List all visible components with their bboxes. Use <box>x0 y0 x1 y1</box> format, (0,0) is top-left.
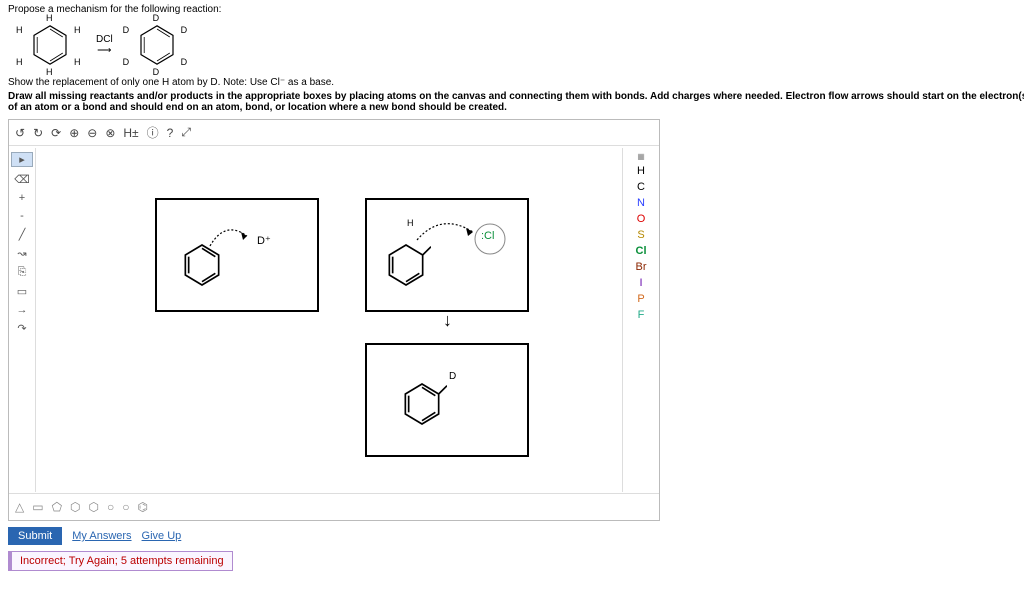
down-arrow-icon: ↓ <box>443 310 452 331</box>
atom-i[interactable]: I <box>639 277 642 289</box>
hexagon-template-icon[interactable]: ⬡ <box>70 500 80 514</box>
atom-br[interactable]: Br <box>636 261 647 273</box>
rectangle-tool-icon[interactable]: ▭ <box>17 285 27 298</box>
help-icon[interactable]: ? <box>167 126 174 140</box>
ring2-template-icon[interactable]: ○ <box>122 500 129 514</box>
atom-h[interactable]: H <box>637 165 645 177</box>
atom-n[interactable]: N <box>637 197 645 209</box>
feedback-banner: Incorrect; Try Again; 5 attempts remaini… <box>8 551 233 571</box>
atom-s[interactable]: S <box>637 229 644 241</box>
info-icon[interactable]: ⓘ <box>147 124 159 141</box>
editor-toolbar-top: ↺ ↻ ⟳ ⊕ ⊖ ⊗ H± ⓘ ? ⤢ <box>9 120 659 146</box>
zoom-fit-icon[interactable]: ⊗ <box>105 126 115 140</box>
reactant-benzene-h6: H H H H H H <box>16 19 86 71</box>
fullscreen-icon[interactable]: ⤢ <box>181 125 191 140</box>
atom-f[interactable]: F <box>638 309 645 321</box>
give-up-link[interactable]: Give Up <box>142 530 182 542</box>
mechanism-box-1[interactable]: D⁺ <box>155 198 319 312</box>
reaction-arrow: DCl ⟶ <box>96 34 113 56</box>
ring1-template-icon[interactable]: ○ <box>107 500 114 514</box>
erase-tool-icon[interactable]: ⌫ <box>14 173 30 186</box>
question-note: Show the replacement of only one H atom … <box>8 77 1024 88</box>
select-tool-icon[interactable]: ▸ <box>11 152 33 167</box>
editor-canvas[interactable]: D⁺ H :Cl ↓ <box>35 148 623 492</box>
charge-plus-icon[interactable]: + <box>19 192 25 204</box>
structure-editor: ↺ ↻ ⟳ ⊕ ⊖ ⊗ H± ⓘ ? ⤢ ▸ ⌫ + - ╱ ↝ ⎘ ▭ → ↷… <box>8 119 660 521</box>
zoom-in-icon[interactable]: ⊕ <box>69 126 79 140</box>
charge-minus-icon[interactable]: - <box>20 210 24 222</box>
curved-arrow-tool-icon[interactable]: ↷ <box>17 322 26 335</box>
pentagon-template-icon[interactable]: ⬠ <box>52 500 62 514</box>
chain-tool-icon[interactable]: ↝ <box>17 247 26 260</box>
benzene-template-icon[interactable]: ⌬ <box>137 500 147 514</box>
product-benzene-d6: D D D D D D <box>123 19 193 71</box>
action-row: Submit My Answers Give Up <box>8 527 1024 545</box>
new-doc-icon[interactable]: ↺ <box>15 126 25 140</box>
template-tool-icon[interactable]: ⎘ <box>18 266 27 279</box>
mechanism-box-2[interactable]: H :Cl <box>365 198 529 312</box>
instructions: Draw all missing reactants and/or produc… <box>8 91 1024 113</box>
question-prompt: Propose a mechanism for the following re… <box>8 4 1024 15</box>
triangle-template-icon[interactable]: △ <box>15 500 24 514</box>
product-d-label: D <box>449 371 456 382</box>
arrow-tool-icon[interactable]: → <box>17 304 28 316</box>
atom-palette: ▦ H C N O S Cl Br I P F <box>622 148 659 492</box>
square-template-icon[interactable]: ▭ <box>32 500 43 514</box>
bond-tool-icon[interactable]: ╱ <box>19 228 26 241</box>
hexagon2-template-icon[interactable]: ⬡ <box>89 500 99 514</box>
hydrogen-toggle-icon[interactable]: H± <box>123 126 138 140</box>
redo-icon[interactable]: ⟳ <box>51 126 61 140</box>
editor-toolbar-bottom: △ ▭ ⬠ ⬡ ⬡ ○ ○ ⌬ <box>9 493 659 520</box>
reaction-scheme: H H H H H H DCl ⟶ D D D D D D <box>16 19 1024 71</box>
editor-toolbar-left: ▸ ⌫ + - ╱ ↝ ⎘ ▭ → ↷ <box>9 148 36 492</box>
submit-button[interactable]: Submit <box>8 527 62 545</box>
arrow-reagent: DCl <box>96 34 113 45</box>
atom-c[interactable]: C <box>637 181 645 193</box>
zoom-out-icon[interactable]: ⊖ <box>87 126 97 140</box>
mechanism-box-3[interactable]: D <box>365 343 529 457</box>
atom-cl[interactable]: Cl <box>636 245 647 257</box>
undo-icon[interactable]: ↻ <box>33 126 43 140</box>
atom-misc[interactable]: ▦ <box>637 152 645 161</box>
atom-o[interactable]: O <box>637 213 646 225</box>
d-plus-label: D⁺ <box>257 234 271 247</box>
atom-p[interactable]: P <box>637 293 644 305</box>
my-answers-link[interactable]: My Answers <box>72 530 131 542</box>
